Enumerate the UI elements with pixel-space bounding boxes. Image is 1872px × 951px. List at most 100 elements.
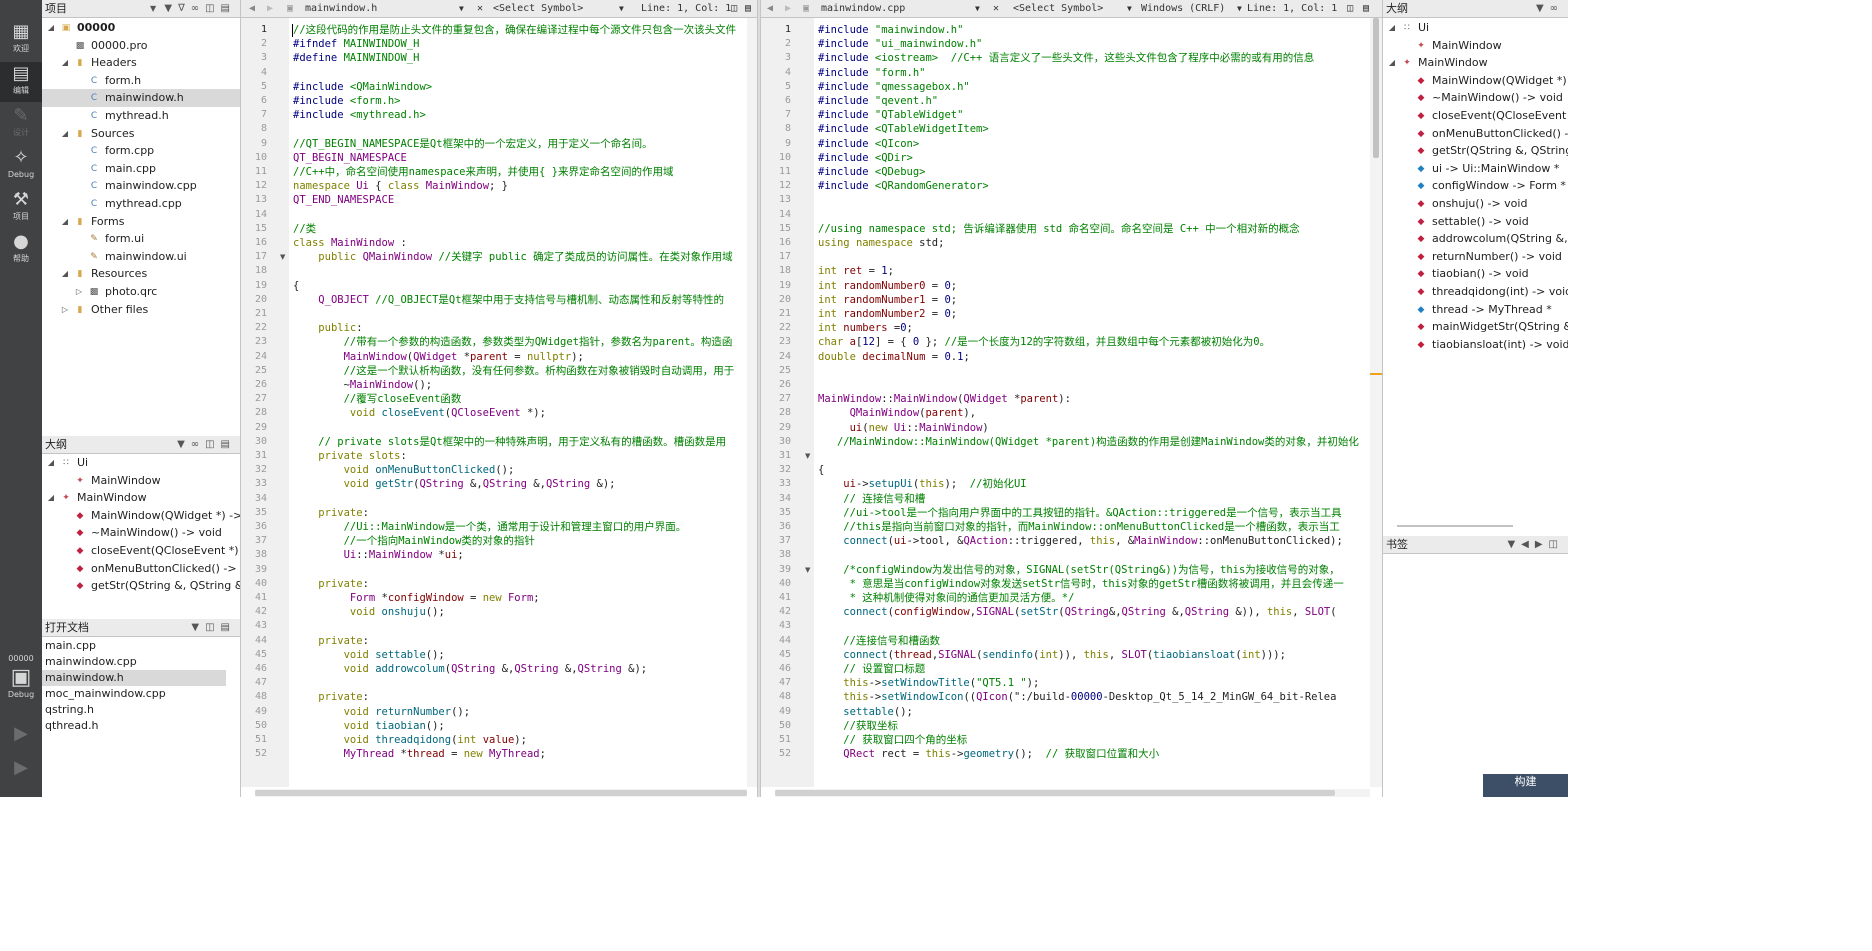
symbol-selector[interactable]: <Select Symbol> bbox=[1013, 0, 1131, 17]
open-doc-item[interactable]: moc_mainwindow.cpp bbox=[42, 686, 226, 702]
code-line[interactable]: //using namespace std; 告诉编译器使用 std 命名空间。… bbox=[818, 222, 1300, 236]
code-line[interactable]: Q_OBJECT //Q_OBJECT是Qt框架中用于支持信号与槽机制、动态属性… bbox=[293, 293, 724, 307]
tree-item[interactable]: ◆ tiaobian() -> void bbox=[1383, 265, 1568, 283]
open-doc-item[interactable]: qstring.h bbox=[42, 702, 226, 718]
mode-help[interactable]: ● 帮助 bbox=[0, 230, 42, 270]
code-line[interactable]: settable(); bbox=[818, 705, 913, 719]
file-selector[interactable]: mainwindow.cpp bbox=[821, 0, 971, 17]
code-line[interactable]: #include <QMainWindow> bbox=[293, 80, 432, 94]
code-line[interactable]: void onMenuButtonClicked(); bbox=[293, 463, 515, 477]
code-line[interactable]: #include <QTableWidgetItem> bbox=[818, 122, 989, 136]
tree-item[interactable]: ◢ ✦ MainWindow bbox=[1383, 54, 1568, 72]
code-line[interactable]: int randomNumber1 = 0; bbox=[818, 293, 957, 307]
back-icon[interactable]: ◀ bbox=[767, 0, 773, 17]
expand-arrow-icon[interactable]: ◢ bbox=[60, 54, 70, 72]
tree-item[interactable]: ◆ closeEvent(QCloseEvent *) - bbox=[1383, 107, 1568, 125]
code-line[interactable]: { bbox=[293, 279, 299, 293]
code-line[interactable]: * 这种机制使得对象间的通信更加灵活方便。*/ bbox=[818, 591, 1075, 605]
chevron-down-icon[interactable]: ▼ bbox=[1127, 0, 1132, 17]
code-line[interactable]: #include "qmessagebox.h" bbox=[818, 80, 970, 94]
code-line[interactable]: //覆写closeEvent函数 bbox=[293, 392, 462, 406]
mode-debug[interactable]: ✧ Debug bbox=[0, 146, 42, 186]
forward-icon[interactable]: ▶ bbox=[785, 0, 791, 17]
code-line[interactable]: Form *configWindow = new Form; bbox=[293, 591, 540, 605]
code-line[interactable]: // 获取窗口四个角的坐标 bbox=[818, 733, 967, 747]
mode-projects[interactable]: ⚒ 项目 bbox=[0, 188, 42, 228]
tree-item[interactable]: ◢ ▮ Headers bbox=[42, 54, 240, 72]
code-line[interactable]: private: bbox=[293, 506, 369, 520]
editor1-scrollbar[interactable] bbox=[747, 18, 757, 787]
code-line[interactable]: private slots: bbox=[293, 449, 407, 463]
code-line[interactable]: void onshuju(); bbox=[293, 605, 445, 619]
open-doc-item[interactable]: mainwindow.cpp bbox=[42, 654, 226, 670]
code-line[interactable]: //C++中，命名空间使用namespace来声明，并使用{ }来界定命名空间的… bbox=[293, 165, 673, 179]
code-line[interactable]: #include "ui_mainwindow.h" bbox=[818, 37, 982, 51]
tree-item[interactable]: Cmythread.cpp bbox=[42, 195, 240, 213]
code-line[interactable]: void tiaobian(); bbox=[293, 719, 445, 733]
encoding-selector[interactable]: Windows (CRLF) bbox=[1141, 0, 1237, 17]
chevron-down-icon[interactable]: ▼ bbox=[619, 0, 624, 17]
cursor-position[interactable]: Line: 1, Col: 1 bbox=[1247, 0, 1337, 17]
tree-item[interactable]: ◆ addrowcolum(QString &, Q bbox=[1383, 230, 1568, 248]
code-line[interactable]: this->setWindowTitle("QT5.1 "); bbox=[818, 676, 1039, 690]
tree-item[interactable]: ◆ threadqidong(int) -> void bbox=[1383, 283, 1568, 301]
code-line[interactable]: QRect rect = this->geometry(); // 获取窗口位置… bbox=[818, 747, 1159, 761]
code-line[interactable]: class MainWindow : bbox=[293, 236, 407, 250]
code-line[interactable]: Ui::MainWindow *ui; bbox=[293, 548, 464, 562]
code-line[interactable]: //Ui::MainWindow是一个类，通常用于设计和管理主窗口的用户界面。 bbox=[293, 520, 687, 534]
code-line[interactable]: this->setWindowIcon((QIcon(":/build-0000… bbox=[818, 690, 1336, 704]
tree-item[interactable]: ◢ ▮ Sources bbox=[42, 125, 240, 143]
kit-selector[interactable]: 00000 ▣ Debug bbox=[0, 652, 42, 712]
cursor-position[interactable]: Line: 1, Col: 1 bbox=[641, 0, 731, 17]
symbol-selector[interactable]: <Select Symbol> bbox=[493, 0, 627, 17]
run-button[interactable]: ▶ bbox=[0, 722, 42, 750]
code-line[interactable]: QT_END_NAMESPACE bbox=[293, 193, 394, 207]
panel-tools[interactable]: ▼◫▤ bbox=[191, 619, 236, 637]
code-line[interactable]: //连接信号和槽函数 bbox=[818, 634, 940, 648]
expand-arrow-icon[interactable]: ◢ bbox=[1387, 19, 1397, 37]
code-line[interactable]: #ifndef MAINWINDOW_H bbox=[293, 37, 419, 51]
code-line[interactable]: MainWindow(QWidget *parent = nullptr); bbox=[293, 350, 584, 364]
code-line[interactable]: #include <iostream> //C++ 语言定义了一些头文件，这些头… bbox=[818, 51, 1314, 65]
code-line[interactable]: private: bbox=[293, 634, 369, 648]
code-line[interactable]: private: bbox=[293, 577, 369, 591]
code-line[interactable]: QMainWindow(parent), bbox=[818, 406, 976, 420]
tree-item[interactable]: ◆ settable() -> void bbox=[1383, 213, 1568, 231]
code-line[interactable]: #include <QRandomGenerator> bbox=[818, 179, 989, 193]
code-line[interactable]: //这段代码的作用是防止头文件的重复包含，确保在编译过程中每个源文件只包含一次该… bbox=[293, 23, 736, 37]
tree-item[interactable]: ◢ ✦ MainWindow bbox=[42, 489, 240, 507]
tree-item[interactable]: ◆ configWindow -> Form * bbox=[1383, 177, 1568, 195]
expand-arrow-icon[interactable]: ◢ bbox=[60, 265, 70, 283]
code-line[interactable]: #include "QTableWidget" bbox=[818, 108, 963, 122]
code-line[interactable]: char a[12] = { 0 }; //是一个长度为12的字符数组，并且数组… bbox=[818, 335, 1270, 349]
code-line[interactable]: #include <form.h> bbox=[293, 94, 400, 108]
code-line[interactable]: { bbox=[818, 463, 824, 477]
close-icon[interactable]: ✕ bbox=[993, 0, 999, 17]
tree-item[interactable]: ◆ ~MainWindow() -> void bbox=[42, 524, 240, 542]
code-line[interactable]: #include <mythread.h> bbox=[293, 108, 426, 122]
chevron-down-icon[interactable]: ▼ bbox=[975, 0, 980, 17]
tree-item[interactable]: Cmain.cpp bbox=[42, 160, 240, 178]
tree-item[interactable]: ◆ returnNumber() -> void bbox=[1383, 248, 1568, 266]
code-line[interactable]: int randomNumber0 = 0; bbox=[818, 279, 957, 293]
code-line[interactable]: using namespace std; bbox=[818, 236, 944, 250]
code-line[interactable]: //一个指向MainWindow类的对象的指针 bbox=[293, 534, 535, 548]
fold-marker-icon[interactable]: ▼ bbox=[280, 253, 285, 261]
tree-item[interactable]: ◆ MainWindow(QWidget *) -> bbox=[42, 507, 240, 525]
expand-arrow-icon[interactable]: ◢ bbox=[1387, 54, 1397, 72]
code-line[interactable]: //获取坐标 bbox=[818, 719, 898, 733]
code-line[interactable]: //这是一个默认析构函数，没有任何参数。析构函数在对象被销毁时自动调用，用于 bbox=[293, 364, 735, 378]
tree-item[interactable]: ◆ ~MainWindow() -> void bbox=[1383, 89, 1568, 107]
file-selector[interactable]: mainwindow.h bbox=[305, 0, 471, 17]
tree-item[interactable]: ◢ ▣ 00000 bbox=[42, 19, 240, 37]
code-line[interactable]: int randomNumber2 = 0; bbox=[818, 307, 957, 321]
code-line[interactable]: ui->setupUi(this); //初始化UI bbox=[818, 477, 1026, 491]
view-dropdown-icon[interactable]: ▼ bbox=[150, 0, 156, 18]
code-line[interactable]: connect(configWindow,SIGNAL(setStr(QStri… bbox=[818, 605, 1336, 619]
code-line[interactable]: // 连接信号和槽 bbox=[818, 492, 925, 506]
code-line[interactable]: void closeEvent(QCloseEvent *); bbox=[293, 406, 546, 420]
code-line[interactable]: void addrowcolum(QString &,QString &,QSt… bbox=[293, 662, 648, 676]
tree-item[interactable]: ✦ MainWindow bbox=[42, 472, 240, 490]
code-line[interactable]: void returnNumber(); bbox=[293, 705, 470, 719]
tree-item[interactable]: ◆ getStr(QString &, QString & bbox=[1383, 142, 1568, 160]
